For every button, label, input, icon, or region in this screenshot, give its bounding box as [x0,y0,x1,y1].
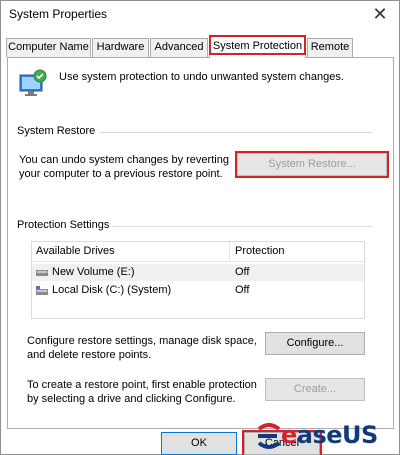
drive-row-new-volume[interactable]: New Volume (E:) Off [32,264,364,281]
drive-name: Local Disk (C:) (System) [52,284,172,296]
drive-row-local-disk[interactable]: Local Disk (C:) (System) Off [32,282,364,299]
drive-icon [36,268,48,277]
system-drive-icon [36,286,48,295]
tab-computer-name[interactable]: Computer Name [6,38,91,57]
configure-description-line1: Configure restore settings, manage disk … [27,335,257,347]
create-description-line2: by selecting a drive and clicking Config… [27,393,236,405]
configure-button[interactable]: Configure... [265,332,365,355]
tab-strip: Computer Name Hardware Advanced System P… [6,36,396,58]
system-protection-icon [17,67,49,99]
title-bar: System Properties ✕ [1,1,399,31]
system-restore-description: You can undo system changes by reverting… [19,153,229,181]
column-available-drives[interactable]: Available Drives [36,245,115,257]
tab-highlight-frame [209,35,306,55]
column-protection[interactable]: Protection [235,245,285,257]
system-restore-description-line2: your computer to a previous restore poin… [19,168,223,180]
drives-list: Available Drives Protection New Volume (… [31,241,365,319]
create-description-line1: To create a restore point, first enable … [27,379,257,391]
ok-button[interactable]: OK [161,432,237,455]
system-restore-group-label: System Restore [17,125,100,137]
easeus-watermark: easeUS [255,421,400,453]
drive-name: New Volume (E:) [52,266,135,278]
system-restore-description-line1: You can undo system changes by reverting [19,154,229,166]
drive-protection-status: Off [235,266,250,278]
intro-text: Use system protection to undo unwanted s… [59,71,344,83]
drive-protection-status: Off [235,284,250,296]
tab-hardware[interactable]: Hardware [92,38,149,57]
easeus-logo-icon [257,423,281,449]
system-properties-window: System Properties ✕ Computer Name Hardwa… [0,0,400,455]
drives-list-header: Available Drives Protection [32,242,364,262]
column-separator [229,242,230,262]
create-description: To create a restore point, first enable … [27,378,267,406]
tab-advanced[interactable]: Advanced [150,38,208,57]
configure-description-line2: and delete restore points. [27,349,152,361]
system-restore-highlight-frame [235,151,389,178]
easeus-watermark-text: easeUS [281,421,378,449]
create-button[interactable]: Create... [265,378,365,401]
window-title: System Properties [9,7,108,21]
close-icon[interactable]: ✕ [367,1,393,29]
tab-remote[interactable]: Remote [307,38,353,57]
protection-settings-group-label: Protection Settings [17,219,114,231]
configure-description: Configure restore settings, manage disk … [27,334,267,362]
